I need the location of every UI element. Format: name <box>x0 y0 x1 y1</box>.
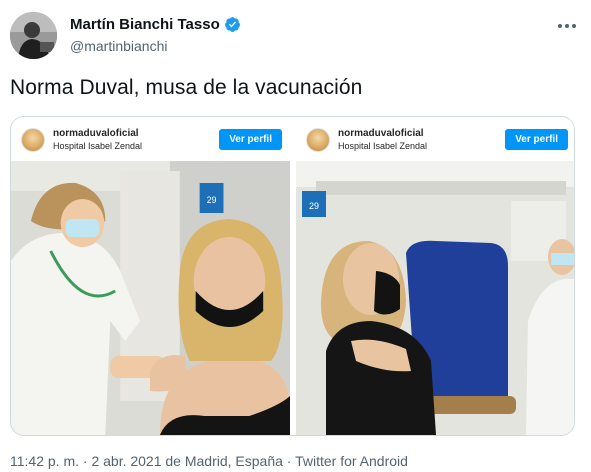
photo-scene: 29 <box>11 161 290 435</box>
media-image-1[interactable]: normaduvaloficial Hospital Isabel Zendal… <box>11 117 292 435</box>
photo-scene: 29 <box>296 161 574 435</box>
instagram-location: Hospital Isabel Zendal <box>338 141 428 151</box>
media-image-2[interactable]: normaduvaloficial Hospital Isabel Zendal… <box>296 117 574 435</box>
verified-badge-icon <box>224 17 240 32</box>
instagram-header: normaduvaloficial Hospital Isabel Zendal… <box>11 117 290 161</box>
tweet-header: Martín Bianchi Tasso @martinbianchi <box>10 12 581 62</box>
instagram-username: normaduvaloficial <box>338 128 424 139</box>
tweet-text: Norma Duval, musa de la vacunación <box>10 76 363 99</box>
author-avatar[interactable] <box>10 12 57 59</box>
sign-number: 29 <box>309 201 319 211</box>
instagram-header: normaduvaloficial Hospital Isabel Zendal… <box>296 117 574 161</box>
tweet-media[interactable]: normaduvaloficial Hospital Isabel Zendal… <box>10 116 575 436</box>
sign-number: 29 <box>207 195 217 205</box>
view-profile-button: Ver perfil <box>219 129 282 150</box>
instagram-username: normaduvaloficial <box>53 128 139 139</box>
author-display-name[interactable]: Martín Bianchi Tasso <box>70 16 220 33</box>
author-name-row: Martín Bianchi Tasso <box>70 16 241 33</box>
more-horizontal-icon <box>558 24 576 28</box>
vaccination-photo: 29 <box>11 161 290 435</box>
instagram-location: Hospital Isabel Zendal <box>53 141 143 151</box>
instagram-avatar <box>21 128 45 152</box>
view-profile-button: Ver perfil <box>505 129 568 150</box>
tweet-meta: 11:42 p. m. · 2 abr. 2021 de Madrid, Esp… <box>10 453 408 469</box>
instagram-avatar <box>306 128 330 152</box>
author-handle[interactable]: @martinbianchi <box>70 38 167 54</box>
avatar-photo <box>10 12 57 59</box>
more-options-button[interactable] <box>555 16 579 36</box>
vaccination-photo: 29 <box>296 161 574 435</box>
